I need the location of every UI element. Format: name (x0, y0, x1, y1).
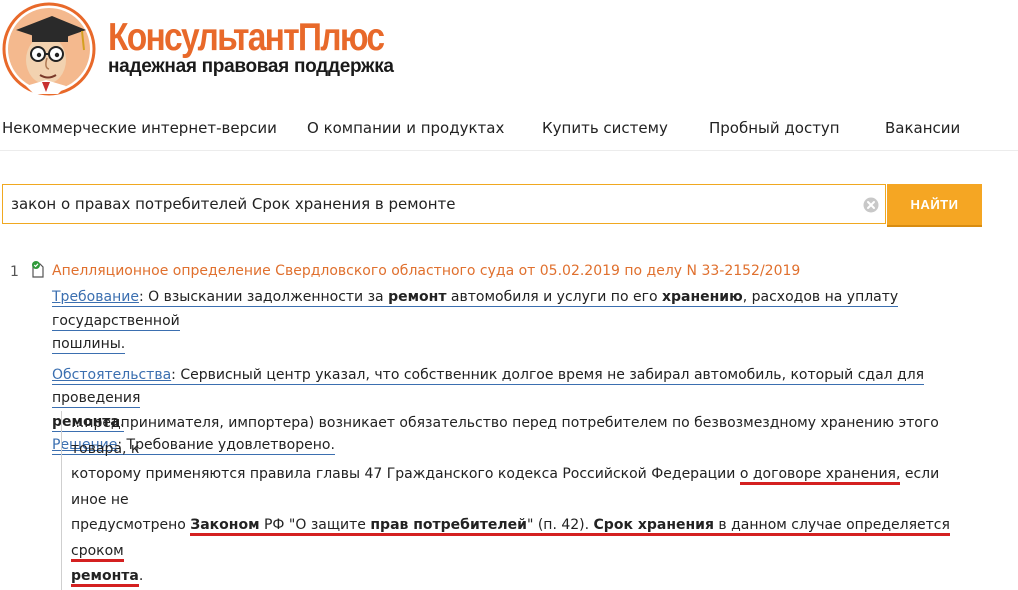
highlight-term: ремонта (71, 568, 139, 584)
highlight-term: прав потребителей (370, 517, 527, 533)
snippet-highlight: Законом РФ "О защите прав потребителей" … (71, 517, 950, 562)
highlight-term: ремонт (388, 289, 447, 305)
search-box (2, 184, 886, 224)
brand-name: КонсультантПлюс (108, 16, 385, 59)
brand-tagline: надежная правовая поддержка (108, 56, 394, 77)
nav-item-buy[interactable]: Купить систему (542, 119, 668, 137)
close-circle-icon[interactable] (863, 197, 879, 213)
requirement-label[interactable]: Требование (52, 289, 139, 305)
snippet-text: предусмотрено (71, 517, 186, 533)
nav-item-vacancies[interactable]: Вакансии (885, 119, 960, 137)
result-number: 1 (10, 264, 19, 280)
result-snippet: ...предпринимателя, импортера) возникает… (61, 411, 971, 590)
snippet-text: РФ "О защите (263, 517, 366, 533)
search-button[interactable]: НАЙТИ (887, 184, 982, 225)
snippet-text: . (138, 568, 144, 584)
snippet-text: ...предпринимателя, импортера) возникает… (71, 415, 939, 457)
highlight-term: Законом (190, 517, 260, 533)
mascot-icon (2, 2, 96, 96)
requirement-text: О взыскании задолженности за (148, 289, 384, 305)
requirement-text: пошлины. (52, 336, 126, 354)
snippet-text: " (п. 42). (526, 517, 590, 533)
document-check-icon (32, 261, 44, 278)
highlight-term: хранению (661, 289, 743, 305)
search-input[interactable] (11, 185, 851, 223)
circumstances-text: Сервисный центр указал, что собственник … (52, 366, 925, 407)
nav-item-about[interactable]: О компании и продуктах (307, 119, 504, 137)
main-nav: Некоммерческие интернет-версии О компани… (0, 108, 1018, 151)
requirement-row: Требование: О взыскании задолженности за… (52, 289, 899, 354)
nav-item-noncommercial[interactable]: Некоммерческие интернет-версии (2, 119, 277, 137)
circumstances-label[interactable]: Обстоятельства (52, 367, 171, 383)
result-title-link[interactable]: Апелляционное определение Свердловского … (52, 263, 800, 279)
highlight-term: Срок хранения (593, 517, 714, 533)
logo-mascot[interactable] (2, 2, 96, 96)
snippet-highlight: о договоре хранения, (739, 466, 901, 485)
brand[interactable]: КонсультантПлюс надежная правовая поддер… (108, 18, 428, 78)
snippet-text: которому применяются правила главы 47 Гр… (71, 466, 736, 482)
nav-item-trial[interactable]: Пробный доступ (709, 119, 840, 137)
requirement-text: автомобиля и услуги по его (450, 289, 658, 305)
